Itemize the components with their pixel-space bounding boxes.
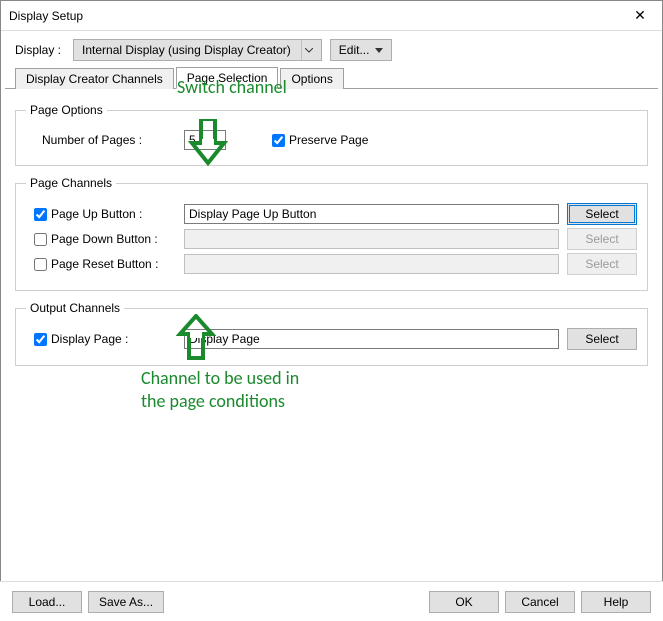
preserve-page-check-input[interactable]: [272, 134, 285, 147]
page-up-check-input[interactable]: [34, 208, 47, 221]
display-page-select-button[interactable]: Select: [567, 328, 637, 350]
window-title: Display Setup: [9, 9, 618, 23]
close-icon: ✕: [634, 7, 646, 24]
preserve-page-checkbox[interactable]: Preserve Page: [272, 133, 368, 147]
load-button[interactable]: Load...: [12, 591, 82, 613]
tab-page-selection[interactable]: Page Selection: [176, 67, 279, 89]
button-bar: Load... Save As... OK Cancel Help: [0, 581, 663, 621]
page-reset-check-input[interactable]: [34, 258, 47, 271]
num-pages-input[interactable]: [184, 130, 226, 150]
cancel-button[interactable]: Cancel: [505, 591, 575, 613]
chevron-down-icon: [301, 40, 317, 60]
page-reset-checkbox[interactable]: Page Reset Button :: [26, 257, 176, 271]
output-channels-group: Output Channels Display Page : Select: [15, 301, 648, 366]
annotation-used-text: Channel to be used in the page condition…: [141, 367, 299, 412]
page-up-label: Page Up Button :: [51, 207, 142, 221]
edit-menu-button[interactable]: Edit...: [330, 39, 393, 61]
display-page-label: Display Page :: [51, 332, 128, 346]
page-down-value-input: [184, 229, 559, 249]
page-options-group: Page Options Number of Pages : Preserve …: [15, 103, 648, 166]
titlebar: Display Setup ✕: [1, 1, 662, 31]
page-reset-value-input: [184, 254, 559, 274]
page-channels-group: Page Channels Page Up Button : Select Pa…: [15, 176, 648, 291]
saveas-button[interactable]: Save As...: [88, 591, 164, 613]
display-label: Display :: [15, 43, 61, 57]
triangle-down-icon: [375, 48, 383, 53]
page-up-select-button[interactable]: Select: [567, 203, 637, 225]
tab-display-creator-channels[interactable]: Display Creator Channels: [15, 68, 174, 89]
edit-label: Edit...: [339, 43, 370, 57]
tabstrip: Display Creator Channels Page Selection …: [5, 67, 658, 89]
preserve-page-label: Preserve Page: [289, 133, 368, 147]
page-down-select-button: Select: [567, 228, 637, 250]
tab-options[interactable]: Options: [280, 68, 343, 89]
close-button[interactable]: ✕: [618, 1, 662, 30]
output-channels-legend: Output Channels: [26, 301, 124, 315]
page-up-value-input[interactable]: [184, 204, 559, 224]
display-page-value-input[interactable]: [184, 329, 559, 349]
page-up-checkbox[interactable]: Page Up Button :: [26, 207, 176, 221]
display-row: Display : Internal Display (using Displa…: [1, 31, 662, 67]
page-down-label: Page Down Button :: [51, 232, 158, 246]
page-down-checkbox[interactable]: Page Down Button :: [26, 232, 176, 246]
num-pages-label: Number of Pages :: [26, 133, 176, 147]
page-down-check-input[interactable]: [34, 233, 47, 246]
help-button[interactable]: Help: [581, 591, 651, 613]
display-dropdown[interactable]: Internal Display (using Display Creator): [73, 39, 322, 61]
display-page-check-input[interactable]: [34, 333, 47, 346]
page-options-legend: Page Options: [26, 103, 107, 117]
tab-content: Page Options Number of Pages : Preserve …: [1, 89, 662, 589]
display-page-checkbox[interactable]: Display Page :: [26, 332, 176, 346]
ok-button[interactable]: OK: [429, 591, 499, 613]
page-reset-select-button: Select: [567, 253, 637, 275]
display-dropdown-value: Internal Display (using Display Creator): [82, 43, 291, 57]
page-reset-label: Page Reset Button :: [51, 257, 158, 271]
page-channels-legend: Page Channels: [26, 176, 116, 190]
